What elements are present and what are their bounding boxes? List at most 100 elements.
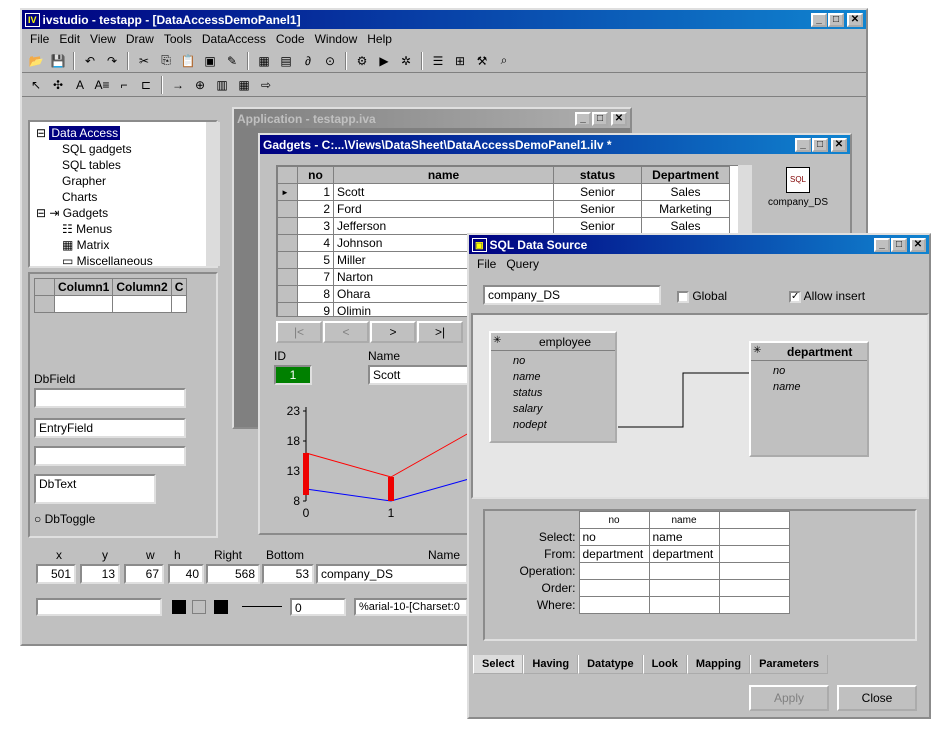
tab-having[interactable]: Having (523, 655, 579, 674)
query-grid-cell[interactable] (648, 562, 720, 580)
menu-file[interactable]: File (30, 32, 49, 46)
col-no[interactable]: no (297, 166, 334, 184)
name-field[interactable]: Scott (368, 365, 478, 385)
entry-field[interactable]: EntryField (34, 418, 186, 438)
tab-order-icon[interactable]: → (168, 75, 188, 95)
label-icon[interactable]: A≡ (92, 75, 112, 95)
save-icon[interactable]: 💾 (48, 51, 68, 71)
tree-item-menus[interactable]: ☷ Menus (36, 221, 210, 237)
tree-item-charts[interactable]: Charts (36, 189, 210, 205)
table-row[interactable]: 2 Ford Senior Marketing (277, 200, 730, 218)
table-field[interactable]: no (513, 355, 615, 371)
menu-view[interactable]: View (90, 32, 116, 46)
tree-item-miscellaneous[interactable]: ▭ Miscellaneous (36, 253, 210, 269)
table-cell[interactable]: Senior (553, 200, 642, 218)
table-cell[interactable]: Sales (641, 183, 730, 201)
tree-item-grapher[interactable]: Grapher (36, 173, 210, 189)
query-grid[interactable]: no name Select: no name From: department depar… (487, 511, 790, 614)
table-cell[interactable]: 9 (297, 302, 334, 316)
gadgets-close-icon[interactable]: ✕ (831, 137, 847, 152)
font-combo[interactable]: %arial-10-[Charset:0 (354, 598, 468, 616)
table-icon[interactable]: ▦ (234, 75, 254, 95)
table-row[interactable]: 3 Jefferson Senior Sales (277, 217, 730, 235)
row-header[interactable]: ► (277, 183, 298, 201)
polyline-icon[interactable]: ⌐ (114, 75, 134, 95)
query-grid-cell[interactable] (718, 562, 790, 580)
gadgets-minimize-icon[interactable]: _ (795, 137, 811, 152)
employee-all-icon[interactable]: ✳ (493, 335, 501, 346)
table-cell[interactable]: Scott (333, 183, 554, 201)
sql-close-icon[interactable]: ✕ (910, 237, 926, 252)
line-style-icon[interactable] (242, 606, 282, 607)
menu-help[interactable]: Help (367, 32, 392, 46)
tree-item-sql-gadgets[interactable]: SQL gadgets (36, 141, 210, 157)
query-grid-cell[interactable] (578, 562, 650, 580)
maximize-icon[interactable]: □ (828, 12, 844, 27)
nav-first-button[interactable]: |< (276, 321, 322, 343)
search-icon[interactable]: ⌕ (494, 51, 514, 71)
prop-y-input[interactable]: 13 (80, 564, 120, 584)
query-grid-cell[interactable]: no (578, 528, 650, 546)
query-grid-cell[interactable] (578, 579, 650, 597)
table-field[interactable]: nodept (513, 419, 615, 435)
script-icon[interactable]: ∂ (298, 51, 318, 71)
query-grid-cell[interactable] (718, 545, 790, 563)
department-all-icon[interactable]: ✳ (753, 345, 761, 356)
global-checkbox[interactable]: Global (677, 289, 727, 303)
tab-select[interactable]: Select (473, 655, 524, 674)
table-cell[interactable]: Ford (333, 200, 554, 218)
company-ds-object[interactable]: SQL company_DS (760, 163, 840, 243)
col-department[interactable]: Department (641, 166, 730, 184)
delete-icon[interactable]: ▣ (200, 51, 220, 71)
attach-icon[interactable]: ⊕ (190, 75, 210, 95)
undo-icon[interactable]: ↶ (80, 51, 100, 71)
query-grid-cell[interactable]: department (648, 545, 720, 563)
table-cell[interactable]: 8 (297, 285, 334, 303)
table-cell[interactable]: Senior (553, 183, 642, 201)
bg-color-swatch[interactable] (192, 600, 206, 614)
app-minimize-icon[interactable]: _ (575, 111, 591, 126)
tools-icon[interactable]: ⚒ (472, 51, 492, 71)
app-close-icon[interactable]: ✕ (611, 111, 627, 126)
row-header[interactable] (277, 234, 298, 252)
dbtoggle[interactable]: ○ DbToggle (34, 512, 95, 526)
query-grid-cell[interactable]: department (578, 545, 650, 563)
table-field[interactable]: status (513, 387, 615, 403)
prop-h-input[interactable]: 40 (168, 564, 204, 584)
gadgets-titlebar[interactable]: Gadgets - C:...\Views\DataSheet\DataAcce… (260, 135, 850, 154)
grid-icon[interactable]: ⊞ (450, 51, 470, 71)
tree-item-gadgets[interactable]: ⊟ ⇥ Gadgets (36, 205, 210, 221)
row-header[interactable] (277, 268, 298, 286)
close-button[interactable]: Close (837, 685, 917, 711)
prop-right-input[interactable]: 568 (206, 564, 260, 584)
query-grid-cell[interactable] (718, 528, 790, 546)
table-field[interactable]: salary (513, 403, 615, 419)
table-row[interactable]: ► 1 Scott Senior Sales (277, 183, 730, 201)
query-grid-cell[interactable]: name (648, 528, 720, 546)
select-arrow-icon[interactable]: ↖ (26, 75, 46, 95)
table-cell[interactable]: 3 (297, 217, 334, 235)
tree-scrollbar[interactable] (206, 122, 220, 266)
table-field[interactable]: name (773, 381, 867, 397)
apply-button[interactable]: Apply (749, 685, 829, 711)
sql-minimize-icon[interactable]: _ (874, 237, 890, 252)
menu-edit[interactable]: Edit (59, 32, 80, 46)
col-status[interactable]: status (553, 166, 642, 184)
tab-look[interactable]: Look (642, 655, 687, 674)
tree-item-data-access[interactable]: ⊟ Data Access (36, 125, 210, 141)
menu-draw[interactable]: Draw (126, 32, 154, 46)
brush-icon[interactable]: ✎ (222, 51, 242, 71)
style-combo[interactable] (36, 598, 162, 616)
table-field[interactable]: no (773, 365, 867, 381)
move-icon[interactable]: ✣ (48, 75, 68, 95)
nav-next-button[interactable]: > (370, 321, 416, 343)
table-cell[interactable]: 2 (297, 200, 334, 218)
run-icon[interactable]: ▶ (374, 51, 394, 71)
dbtext-field[interactable]: DbText (34, 474, 156, 504)
tree-item-matrix[interactable]: ▦ Matrix (36, 237, 210, 253)
open-icon[interactable]: 📂 (26, 51, 46, 71)
combo-box[interactable] (34, 446, 186, 466)
copy-icon[interactable]: ⎘ (156, 51, 176, 71)
inspect-icon[interactable]: ⊙ (320, 51, 340, 71)
test-icon[interactable]: ⚙ (352, 51, 372, 71)
